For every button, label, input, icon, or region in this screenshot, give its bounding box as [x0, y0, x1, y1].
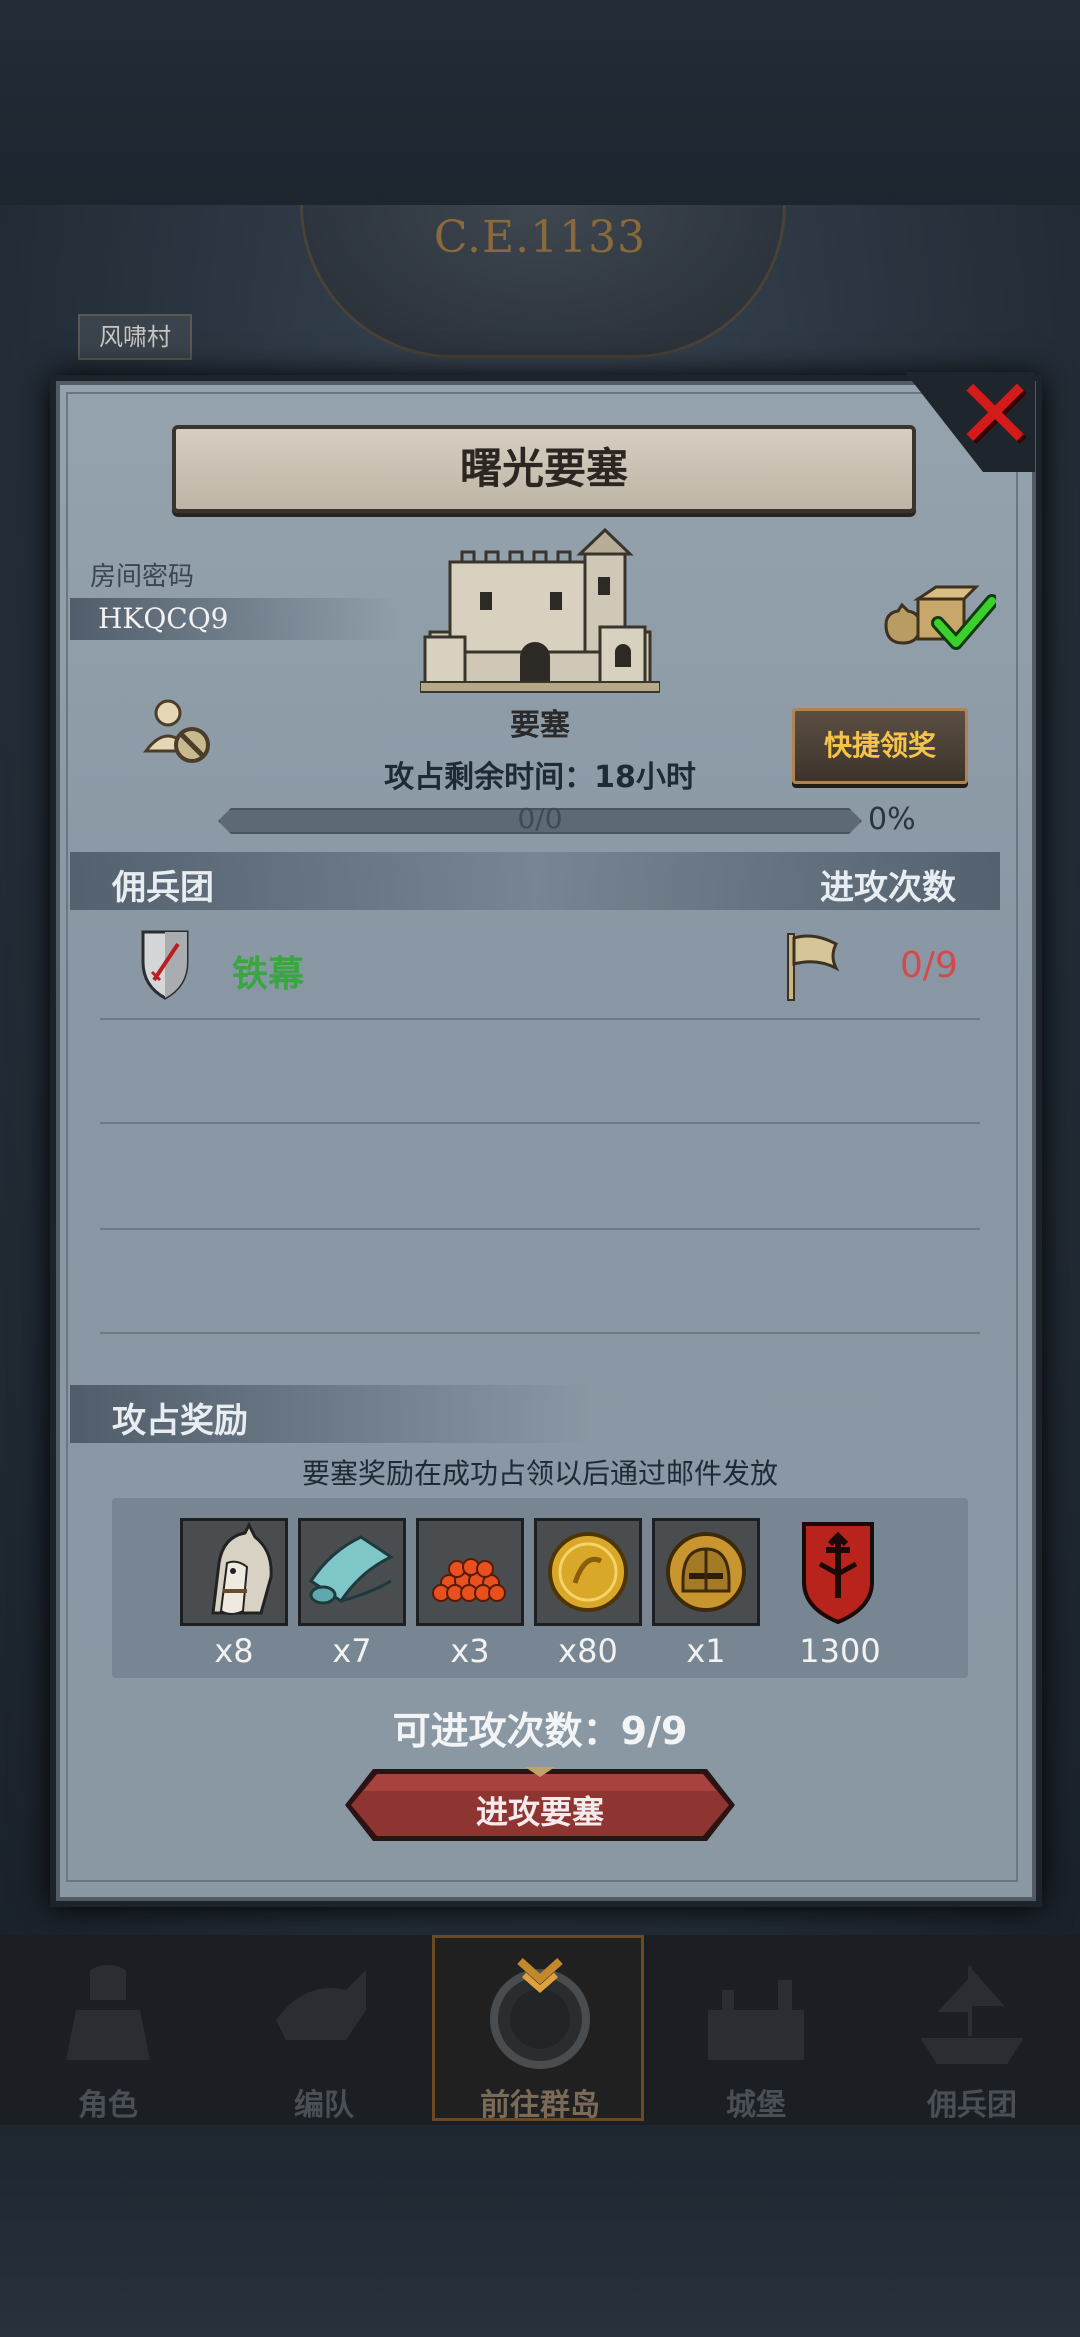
mercenary-attack-count: 0/9 [900, 945, 958, 986]
reward-count: x80 [558, 1632, 618, 1670]
reward-count: x7 [332, 1632, 372, 1670]
reward-count: 1300 [799, 1632, 881, 1670]
castle-icon [420, 527, 660, 693]
bottom-backdrop [0, 2125, 1080, 2337]
gold-coin-icon [537, 1521, 639, 1623]
nav-label-mercenary: 佣兵团 [927, 2088, 1017, 2123]
room-password-label: 房间密码 [90, 562, 195, 592]
fortress-name: 要塞 [510, 708, 570, 743]
attack-fortress-label[interactable]: 进攻要塞 [325, 1787, 755, 1833]
era-label: C.E.1133 [433, 212, 647, 263]
reward-count: x3 [450, 1632, 490, 1670]
reward-item[interactable] [534, 1518, 642, 1626]
flag-icon [787, 933, 840, 1001]
list-divider [100, 1332, 980, 1334]
nav-label-castle: 城堡 [726, 2088, 786, 2123]
horse-icon [183, 1521, 285, 1623]
close-x-icon[interactable]: ✕ [950, 366, 1040, 464]
progress-percent: 0% [868, 802, 916, 837]
nav-label-character: 角色 [78, 2088, 138, 2123]
reward-count: x8 [214, 1632, 254, 1670]
knight-helmet-icon [655, 1521, 757, 1623]
guild-banner-icon[interactable] [800, 1520, 876, 1624]
attempts-label: 可进攻次数： [392, 1709, 621, 1753]
compass-icon [490, 1958, 590, 2069]
top-backdrop [0, 0, 1080, 210]
cavalry-icon [276, 1970, 366, 2040]
progress-count: 0/0 [517, 802, 563, 835]
shield-sword-icon [141, 930, 189, 1000]
reward-header: 攻占奖励 [112, 1401, 248, 1441]
reward-count: x1 [686, 1632, 726, 1670]
mercenary-name[interactable]: 铁幕 [232, 945, 304, 997]
castle-icon [708, 1980, 804, 2060]
knight-icon [66, 1965, 150, 2060]
reward-note: 要塞奖励在成功占领以后通过邮件发放 [301, 1457, 778, 1490]
reward-item[interactable] [652, 1518, 760, 1626]
nav-label-islands: 前往群岛 [480, 2088, 600, 2123]
mercenary-header: 佣兵团 [112, 868, 214, 908]
occupation-time-value: 18小时 [594, 760, 696, 795]
reward-item[interactable] [180, 1518, 288, 1626]
reward-item[interactable] [298, 1518, 406, 1626]
room-code[interactable]: HKQCQ9 [98, 602, 228, 635]
nav-label-formation: 编队 [294, 2088, 354, 2123]
occupation-time-label: 攻占剩余时间： [384, 760, 595, 795]
attempts-remaining: 可进攻次数：9/9 [250, 1700, 830, 1755]
ship-icon [920, 1964, 1024, 2064]
fish-roe-icon [419, 1521, 521, 1623]
reward-item[interactable] [416, 1518, 524, 1626]
village-label: 风啸村 [78, 314, 192, 360]
claimed-loot-icon[interactable] [876, 585, 996, 660]
cloth-roll-icon [301, 1521, 403, 1623]
attacks-header: 进攻次数 [820, 868, 956, 908]
dialog-title: 曙光要塞 [459, 444, 628, 493]
list-divider [100, 1122, 980, 1124]
occupation-time: 攻占剩余时间：18小时 [250, 752, 830, 796]
list-divider [100, 1228, 980, 1230]
list-divider [100, 1018, 980, 1020]
attempts-value: 9/9 [620, 1709, 688, 1753]
user-hidden-icon[interactable] [140, 695, 216, 767]
